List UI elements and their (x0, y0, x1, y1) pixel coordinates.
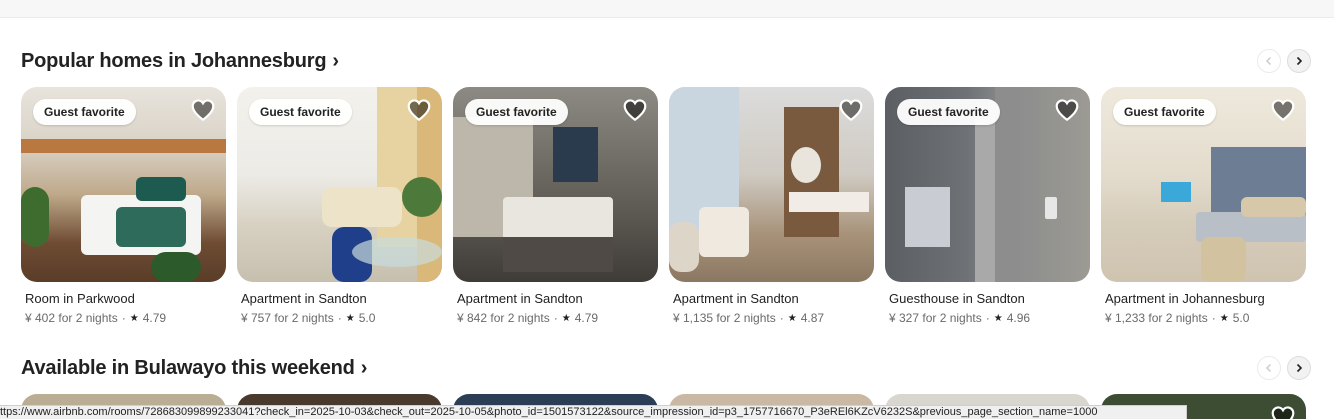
section-header-johannesburg: Popular homes in Johannesburg › (21, 46, 1311, 76)
heart-icon[interactable] (1054, 97, 1080, 123)
star-icon: ★ (1219, 312, 1229, 324)
meta-separator: · (337, 311, 342, 325)
listing-title: Room in Parkwood (25, 291, 135, 306)
listing-card[interactable]: Guest favorite Apartment in Johannesburg… (1101, 87, 1306, 325)
section-title-text: Popular homes in Johannesburg (21, 49, 327, 72)
status-bar-url: ttps://www.airbnb.com/rooms/728683099899… (0, 405, 1187, 419)
listing-card[interactable]: Guest favorite Guesthouse in Sandton ¥ 3… (885, 87, 1090, 325)
guest-favorite-badge: Guest favorite (249, 99, 352, 125)
guest-favorite-badge: Guest favorite (1113, 99, 1216, 125)
listing-card[interactable]: Guest favorite Apartment in Sandton ¥ 75… (237, 87, 442, 325)
section-title-link[interactable]: Available in Bulawayo this weekend › (21, 357, 367, 380)
star-icon: ★ (345, 312, 355, 324)
listing-rating: 4.96 (1006, 311, 1031, 325)
listing-price: ¥ 757 for 2 nights (241, 311, 334, 325)
chevron-right-icon (1296, 56, 1303, 66)
listing-title: Apartment in Sandton (457, 291, 583, 306)
listing-photo[interactable]: Guest favorite (1101, 87, 1306, 282)
section-header-bulawayo: Available in Bulawayo this weekend › (21, 353, 1311, 383)
listing-photo[interactable]: Guest favorite (885, 87, 1090, 282)
carousel-nav (1257, 356, 1311, 380)
chevron-left-icon (1265, 56, 1272, 66)
meta-separator: · (779, 311, 784, 325)
listing-photo[interactable] (669, 87, 874, 282)
listing-price: ¥ 402 for 2 nights (25, 311, 118, 325)
listing-meta: ¥ 327 for 2 nights · ★ 4.96 (889, 311, 1090, 325)
listing-meta: ¥ 1,233 for 2 nights · ★ 5.0 (1105, 311, 1306, 325)
heart-icon[interactable] (622, 97, 648, 123)
listing-price: ¥ 327 for 2 nights (889, 311, 982, 325)
chevron-left-icon (1265, 363, 1272, 373)
guest-favorite-badge: Guest favorite (897, 99, 1000, 125)
carousel-prev-button[interactable] (1257, 49, 1281, 73)
carousel-prev-button[interactable] (1257, 356, 1281, 380)
heart-icon[interactable] (1270, 97, 1296, 123)
section-title-link[interactable]: Popular homes in Johannesburg › (21, 50, 339, 73)
listing-rating: 4.79 (142, 311, 167, 325)
listing-rating: 4.87 (800, 311, 825, 325)
listing-photo[interactable]: Guest favorite (453, 87, 658, 282)
listing-meta: ¥ 757 for 2 nights · ★ 5.0 (241, 311, 442, 325)
heart-icon[interactable] (406, 97, 432, 123)
star-icon: ★ (993, 312, 1003, 324)
listing-title: Guesthouse in Sandton (889, 291, 1025, 306)
listing-rating: 5.0 (1232, 311, 1250, 325)
listing-meta: ¥ 1,135 for 2 nights · ★ 4.87 (673, 311, 874, 325)
listing-title: Apartment in Sandton (241, 291, 367, 306)
star-icon: ★ (129, 312, 139, 324)
meta-separator: · (985, 311, 990, 325)
star-icon: ★ (787, 312, 797, 324)
listing-title: Apartment in Sandton (673, 291, 799, 306)
guest-favorite-badge: Guest favorite (33, 99, 136, 125)
chevron-right-icon (1296, 363, 1303, 373)
carousel-next-button[interactable] (1287, 49, 1311, 73)
listing-card[interactable]: Guest favorite Room in Parkwood ¥ 402 fo… (21, 87, 226, 325)
carousel-nav (1257, 49, 1311, 73)
listing-card[interactable]: Guest favorite Apartment in Sandton ¥ 84… (453, 87, 658, 325)
listing-meta: ¥ 842 for 2 nights · ★ 4.79 (457, 311, 658, 325)
meta-separator: · (553, 311, 558, 325)
listing-photo[interactable]: Guest favorite (21, 87, 226, 282)
listing-rating: 4.79 (574, 311, 599, 325)
meta-separator: · (1211, 311, 1216, 325)
listing-price: ¥ 1,135 for 2 nights (673, 311, 776, 325)
section-title-text: Available in Bulawayo this weekend (21, 356, 355, 379)
listing-meta: ¥ 402 for 2 nights · ★ 4.79 (25, 311, 226, 325)
listing-carousel: Guest favorite Room in Parkwood ¥ 402 fo… (21, 87, 1306, 325)
listing-price: ¥ 1,233 for 2 nights (1105, 311, 1208, 325)
listing-price: ¥ 842 for 2 nights (457, 311, 550, 325)
top-bar (0, 0, 1334, 18)
listing-rating: 5.0 (358, 311, 376, 325)
listing-photo[interactable]: Guest favorite (237, 87, 442, 282)
heart-icon[interactable] (1270, 404, 1296, 419)
heart-icon[interactable] (190, 97, 216, 123)
chevron-right-icon: › (332, 49, 339, 72)
listing-card[interactable]: Apartment in Sandton ¥ 1,135 for 2 night… (669, 87, 874, 325)
guest-favorite-badge: Guest favorite (465, 99, 568, 125)
listing-title: Apartment in Johannesburg (1105, 291, 1265, 306)
carousel-next-button[interactable] (1287, 356, 1311, 380)
chevron-right-icon: › (360, 356, 368, 379)
meta-separator: · (121, 311, 126, 325)
heart-icon[interactable] (838, 97, 864, 123)
star-icon: ★ (561, 312, 571, 324)
